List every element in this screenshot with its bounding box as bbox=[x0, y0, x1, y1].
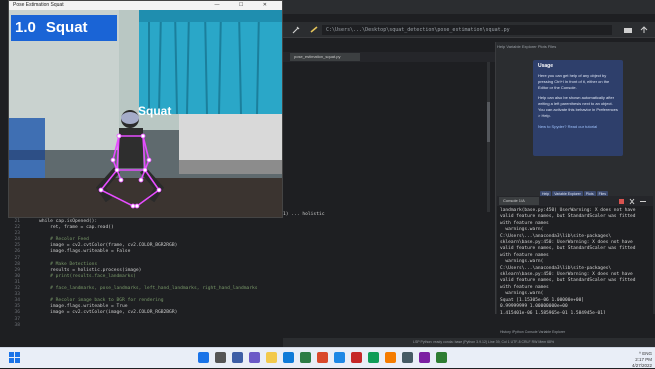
search-icon[interactable] bbox=[215, 352, 226, 363]
windows-logo-icon[interactable] bbox=[8, 351, 21, 364]
clock-date[interactable]: 4/27/2022 bbox=[632, 363, 652, 368]
console-line: valid feature names, but StandardScaler … bbox=[500, 278, 636, 284]
status-bar: LSP Python: ready conda: base (Python 3.… bbox=[283, 338, 655, 347]
help-title: Usage bbox=[538, 63, 554, 69]
help-text: Here you can get help of any object by p… bbox=[538, 73, 610, 90]
spyder-icon[interactable] bbox=[351, 352, 362, 363]
stop-icon[interactable] bbox=[619, 199, 624, 204]
code-text: ret, frame = cap.read() bbox=[28, 225, 114, 231]
file-explorer-icon[interactable] bbox=[266, 352, 277, 363]
code-line-fragment: 1) ... holistic bbox=[283, 212, 325, 217]
start-menu-icon[interactable] bbox=[198, 352, 209, 363]
camera-app-icon[interactable] bbox=[436, 352, 447, 363]
task-view-icon[interactable] bbox=[232, 352, 243, 363]
firefox-icon[interactable] bbox=[385, 352, 396, 363]
wrench-icon[interactable] bbox=[291, 25, 301, 35]
pane-tabs[interactable]: Help Variable Explorer Plots Files bbox=[497, 44, 653, 52]
python-path-icon[interactable] bbox=[309, 25, 319, 35]
edge-icon[interactable] bbox=[283, 352, 294, 363]
console-line: 1.415401e-06 1.585965e-01 1.584945e-01] bbox=[500, 310, 606, 315]
code-text: image.flags.writeable = False bbox=[28, 249, 131, 255]
working-directory-path[interactable]: C:\Users\...\Desktop\squat_detection\pos… bbox=[322, 25, 612, 35]
code-editor[interactable]: 21 while cap.isOpened(): 22 ret, frame = … bbox=[0, 218, 495, 338]
console-controls bbox=[619, 198, 646, 205]
system-tray[interactable]: ^ ENG 2:17 PM 4/27/2022 bbox=[586, 351, 652, 368]
pose-label: Squat bbox=[138, 104, 172, 118]
tray-indicators[interactable]: ^ ENG bbox=[639, 351, 652, 356]
overlay-value: 1.0 bbox=[15, 19, 36, 36]
terminal-icon[interactable] bbox=[402, 352, 413, 363]
store-icon[interactable] bbox=[300, 352, 311, 363]
clock-time[interactable]: 2:17 PM bbox=[635, 357, 652, 362]
tab-editor-file[interactable]: pose_estimation_squat.py bbox=[290, 53, 360, 61]
overlay-label: Squat bbox=[45, 19, 88, 36]
window-controls[interactable]: — ☐ ✕ bbox=[215, 1, 276, 10]
console-line: valid feature names, but StandardScaler … bbox=[500, 214, 636, 220]
tab-console[interactable]: Console 1/A bbox=[499, 197, 539, 205]
ipython-console[interactable]: landmark(base.py:450) UserWarning: X doe… bbox=[497, 206, 653, 314]
arrow-up-icon[interactable] bbox=[639, 25, 649, 35]
code-line[interactable]: 38 bbox=[0, 323, 495, 329]
console-bottom-tabs[interactable]: History IPython Console Variable Explore… bbox=[500, 330, 650, 338]
ide-titlebar bbox=[283, 0, 655, 14]
mail-icon[interactable] bbox=[334, 352, 345, 363]
help-text-secondary: Help can also be shown automatically aft… bbox=[538, 95, 618, 118]
office-icon[interactable] bbox=[317, 352, 328, 363]
help-tutorial-link[interactable]: New to Spyder? Read our tutorial bbox=[538, 124, 618, 130]
line-number: 38 bbox=[14, 322, 20, 328]
status-overlay: 1.0 Squat bbox=[11, 15, 117, 41]
python-icon[interactable] bbox=[419, 352, 430, 363]
code-text: image = cv2.cvtColor(image, cv2.COLOR_RG… bbox=[28, 310, 178, 316]
code-text: # print(results.face_landmarks) bbox=[28, 273, 136, 279]
help-pane-buttons: Help Variable Explorer Plots Files bbox=[540, 182, 620, 197]
chrome-icon[interactable] bbox=[368, 352, 379, 363]
code-text: # face_landmarks, pose_landmarks, left_h… bbox=[28, 286, 258, 292]
close-icon[interactable] bbox=[629, 198, 635, 205]
help-panel: Usage Here you can get help of any objec… bbox=[533, 60, 623, 156]
chat-icon[interactable] bbox=[249, 352, 260, 363]
console-line: valid feature names, but StandardScaler … bbox=[500, 246, 636, 252]
editor-scrollbar[interactable] bbox=[486, 62, 492, 212]
folder-icon[interactable] bbox=[623, 25, 633, 35]
